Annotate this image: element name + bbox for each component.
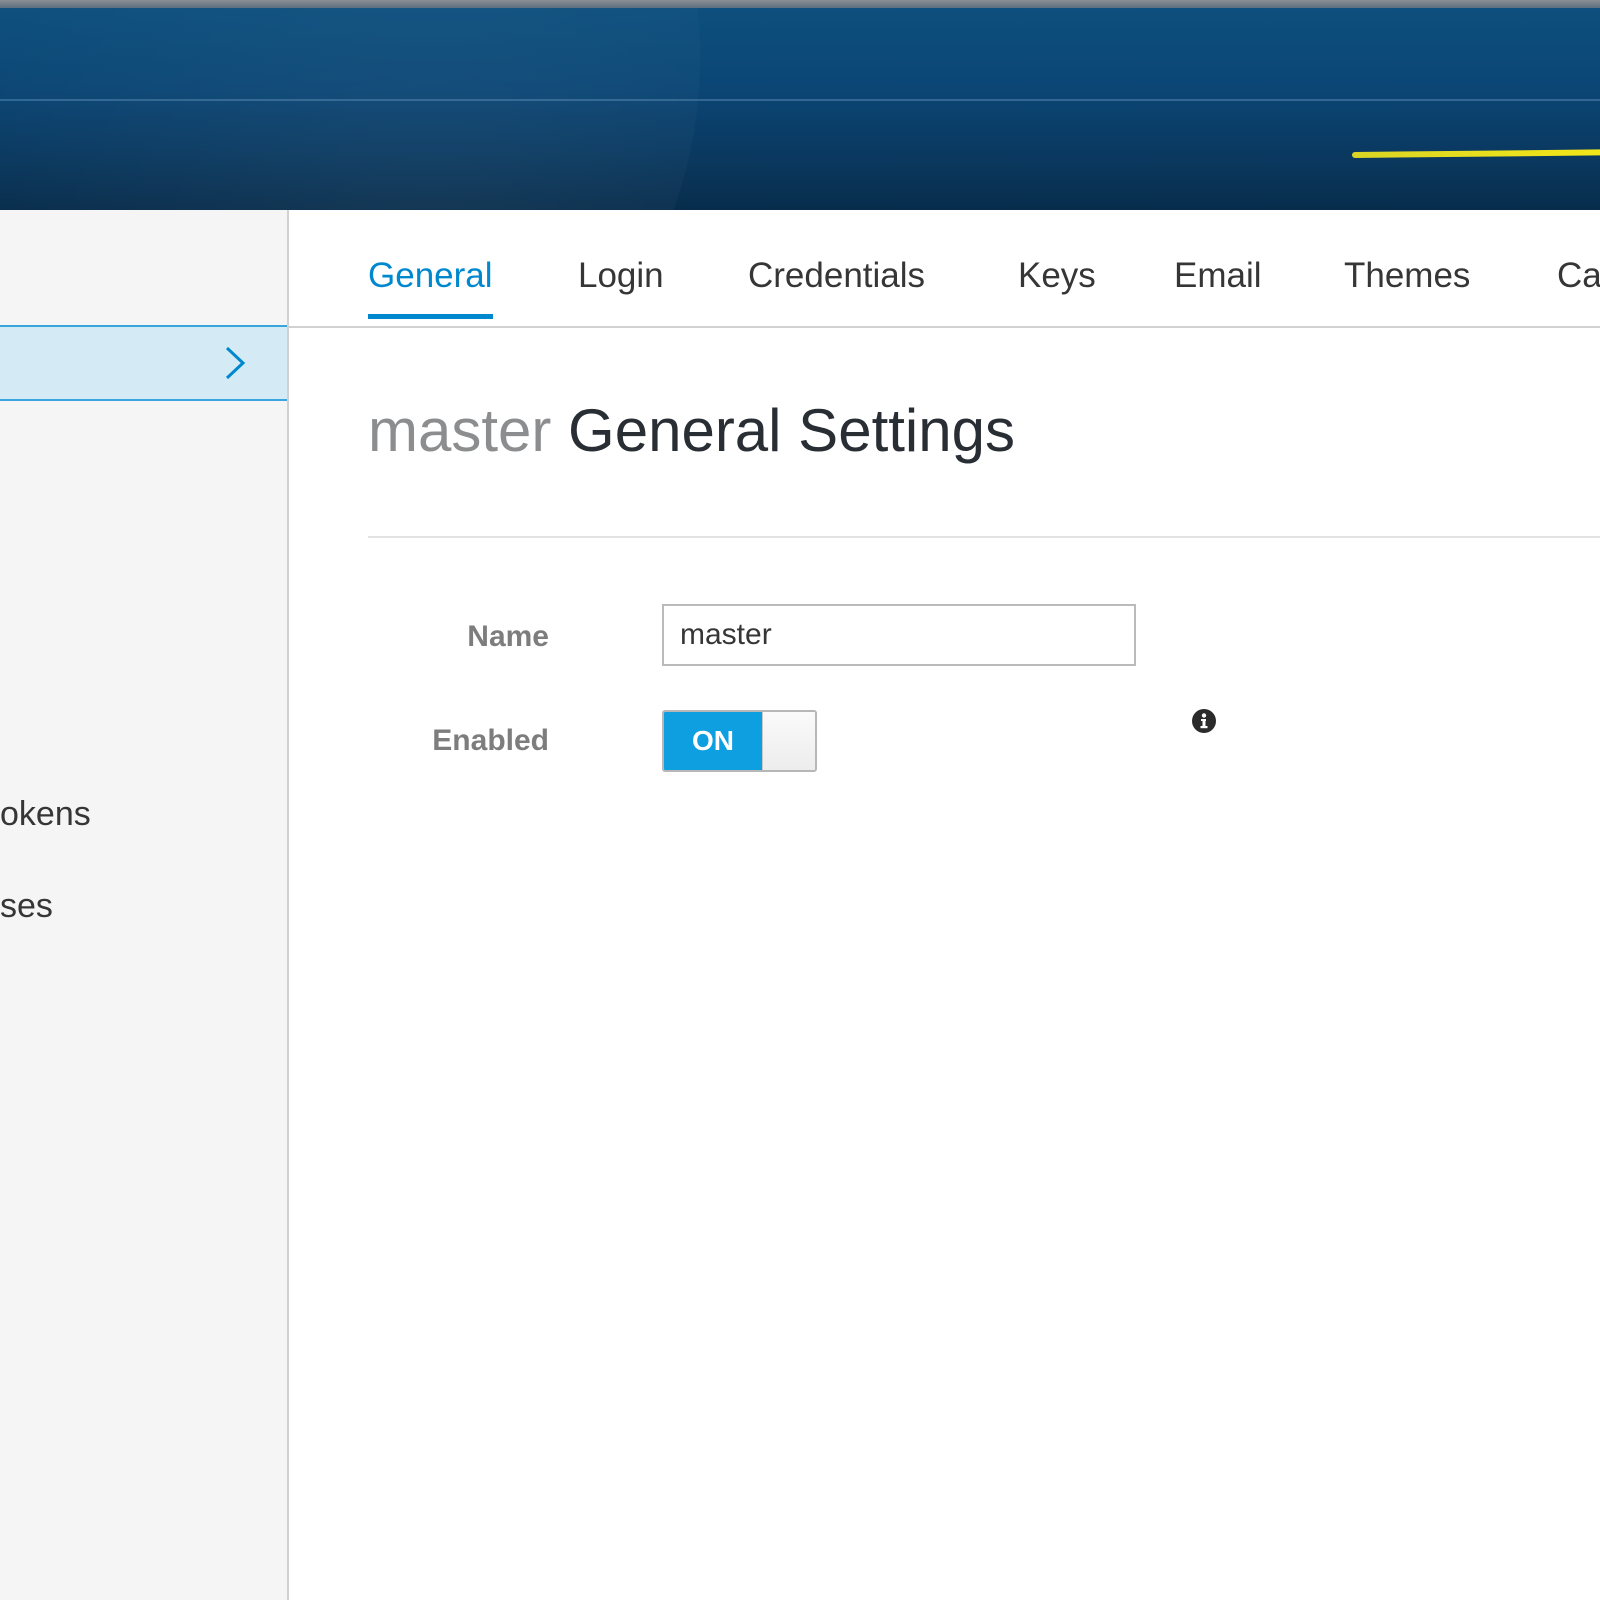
header-sheen (0, 8, 700, 210)
sidebar-item-sessions[interactable]: ses (0, 887, 53, 926)
tab-credentials[interactable]: Credentials (748, 256, 925, 314)
name-input[interactable] (662, 604, 1136, 666)
sidebar: okens ses (0, 210, 289, 1600)
title-divider (368, 536, 1600, 538)
realm-name: master (368, 397, 552, 464)
name-label: Name (467, 620, 549, 653)
tab-cache[interactable]: Ca (1557, 256, 1600, 314)
enabled-toggle-knob (762, 712, 815, 770)
tab-themes[interactable]: Themes (1344, 256, 1470, 314)
enabled-label: Enabled (432, 724, 549, 757)
header-divider (0, 99, 1600, 101)
sidebar-item-active[interactable] (0, 325, 287, 401)
tab-general[interactable]: General (368, 256, 493, 319)
tab-login[interactable]: Login (578, 256, 664, 314)
header-banner (0, 8, 1600, 210)
main-content: General Login Credentials Keys Email The… (289, 210, 1600, 1600)
enabled-toggle-on-label: ON (664, 712, 762, 770)
page-title: master General Settings (368, 396, 1015, 465)
page-title-text: General Settings (568, 397, 1015, 464)
realm-settings-tabs: General Login Credentials Keys Email The… (289, 210, 1600, 328)
enabled-toggle[interactable]: ON (662, 710, 817, 772)
tab-keys[interactable]: Keys (1018, 256, 1096, 314)
app-page: okens ses General Login Credentials Keys… (0, 0, 1600, 1600)
header-accent-streak (1351, 149, 1600, 158)
window-frame-top (0, 0, 1600, 8)
sidebar-item-tokens[interactable]: okens (0, 795, 91, 834)
chevron-right-icon (225, 346, 246, 380)
tab-email[interactable]: Email (1174, 256, 1262, 314)
info-icon[interactable] (1191, 708, 1217, 734)
